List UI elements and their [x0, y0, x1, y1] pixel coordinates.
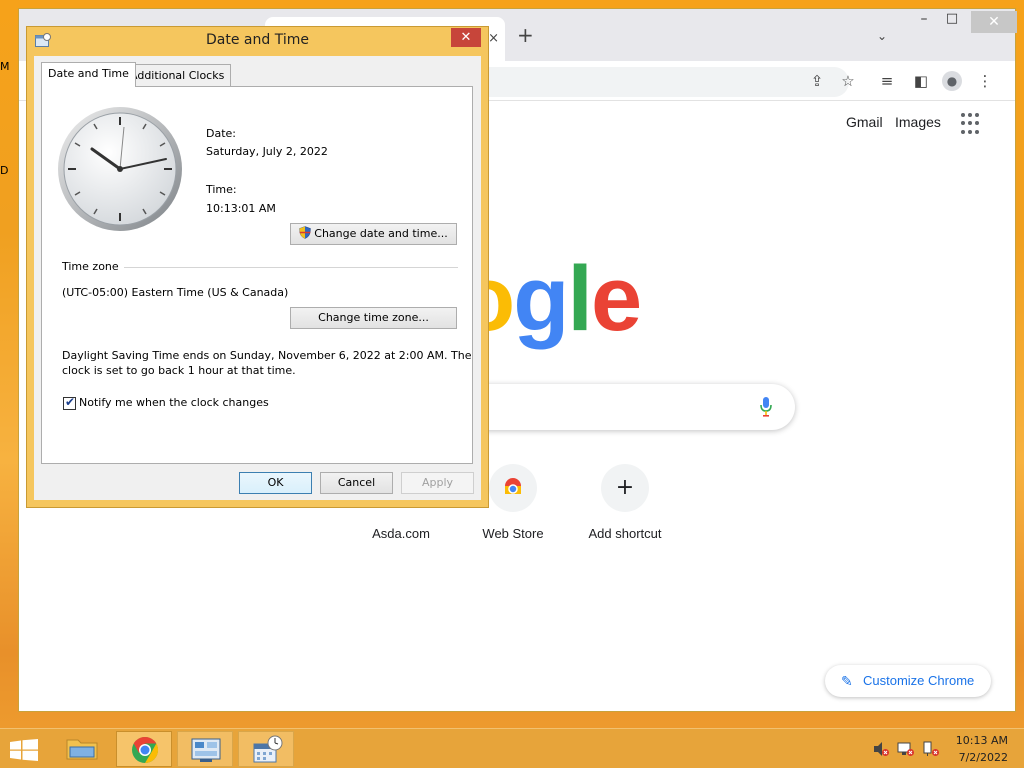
dialog-close-button[interactable]: ✕: [451, 28, 481, 47]
reading-list-icon[interactable]: ≡: [877, 71, 897, 91]
chrome-menu-icon[interactable]: ⋮: [975, 71, 995, 91]
notify-label[interactable]: Notify me when the clock changes: [79, 396, 269, 409]
shortcut-label: Web Store: [482, 526, 544, 541]
pencil-icon: ✎: [841, 673, 853, 689]
google-logo-letter: l: [567, 248, 593, 350]
date-value: Saturday, July 2, 2022: [206, 145, 328, 158]
uac-shield-icon: [299, 226, 312, 239]
volume-muted-icon[interactable]: [872, 741, 890, 757]
google-logo-letter: e: [590, 248, 642, 350]
bookmark-star-icon[interactable]: ☆: [838, 71, 858, 91]
images-link[interactable]: Images: [895, 114, 941, 130]
close-window-button[interactable]: ✕: [971, 11, 1017, 33]
apply-button: Apply: [401, 472, 474, 494]
taskbar-date-time[interactable]: [238, 731, 294, 767]
google-apps-icon[interactable]: [961, 113, 983, 135]
plus-icon: +: [601, 464, 649, 512]
customize-chrome-label: Customize Chrome: [863, 673, 975, 688]
taskbar-control-panel[interactable]: [177, 731, 233, 767]
change-date-time-label: Change date and time...: [314, 227, 448, 240]
analog-clock-icon: [58, 107, 182, 231]
shortcut-label: Asda.com: [372, 526, 430, 541]
maximize-button[interactable]: □: [939, 11, 965, 33]
change-date-time-button[interactable]: Change date and time...: [290, 223, 457, 245]
control-panel-icon: [191, 738, 221, 762]
dialog-title: Date and Time: [206, 32, 309, 48]
shortcut-label: Add shortcut: [588, 526, 662, 541]
taskbar-chrome[interactable]: [116, 731, 172, 767]
tab-additional-clocks[interactable]: Additional Clocks: [123, 64, 232, 86]
time-zone-heading: Time zone: [62, 260, 119, 273]
dialog-body: Date and Time Additional Clocks Date: Sa…: [34, 56, 481, 500]
date-time-tab-panel: Date: Saturday, July 2, 2022 Time: 10:13…: [41, 86, 473, 464]
minimize-button[interactable]: –: [911, 11, 937, 33]
notify-checkbox[interactable]: ✔: [63, 395, 76, 410]
voice-search-icon[interactable]: [759, 396, 773, 418]
tab-date-and-time[interactable]: Date and Time: [41, 62, 136, 87]
checkmark-icon: ✔: [65, 395, 76, 409]
date-time-dialog: Date and Time ✕ Date and Time Additional…: [26, 26, 489, 508]
share-icon[interactable]: ⇪: [807, 71, 827, 91]
side-panel-icon[interactable]: ◧: [911, 71, 931, 91]
cancel-button[interactable]: Cancel: [320, 472, 393, 494]
desktop-icon-label-d[interactable]: D: [0, 164, 8, 177]
time-zone-value: (UTC-05:00) Eastern Time (US & Canada): [62, 286, 289, 299]
date-label: Date:: [206, 127, 236, 140]
dst-info-line-1: Daylight Saving Time ends on Sunday, Nov…: [62, 349, 472, 362]
shortcut-add[interactable]: + Add shortcut: [569, 464, 681, 554]
taskbar-date[interactable]: 7/2/2022: [959, 751, 1008, 764]
change-time-zone-button[interactable]: Change time zone...: [290, 307, 457, 329]
ok-button[interactable]: OK: [239, 472, 312, 494]
taskbar-file-explorer[interactable]: [54, 731, 110, 767]
tab-close-icon[interactable]: ×: [488, 31, 499, 46]
network-disconnected-icon[interactable]: [922, 741, 940, 757]
dialog-titlebar[interactable]: Date and Time ✕: [27, 27, 488, 55]
tab-search-icon[interactable]: ⌄: [877, 29, 887, 43]
web-store-icon: [489, 464, 537, 512]
taskbar: 10:13 AM 7/2/2022: [0, 728, 1024, 768]
new-tab-button[interactable]: +: [517, 25, 534, 45]
time-label: Time:: [206, 183, 237, 196]
folder-icon: [66, 739, 98, 760]
dst-info-line-2: clock is set to go back 1 hour at that t…: [62, 364, 296, 377]
chrome-icon: [132, 736, 159, 764]
calendar-clock-icon: [253, 735, 283, 763]
desktop-icon-label-m[interactable]: M: [0, 60, 10, 73]
google-logo-letter: g: [513, 248, 569, 350]
customize-chrome-button[interactable]: ✎ Customize Chrome: [825, 665, 991, 697]
taskbar-time[interactable]: 10:13 AM: [956, 734, 1008, 747]
windows-start-icon[interactable]: [10, 739, 38, 761]
action-center-flag-icon[interactable]: [897, 741, 915, 757]
gmail-link[interactable]: Gmail: [846, 114, 883, 130]
section-divider: [124, 267, 458, 268]
profile-avatar[interactable]: ●: [942, 71, 962, 91]
time-value: 10:13:01 AM: [206, 202, 276, 215]
